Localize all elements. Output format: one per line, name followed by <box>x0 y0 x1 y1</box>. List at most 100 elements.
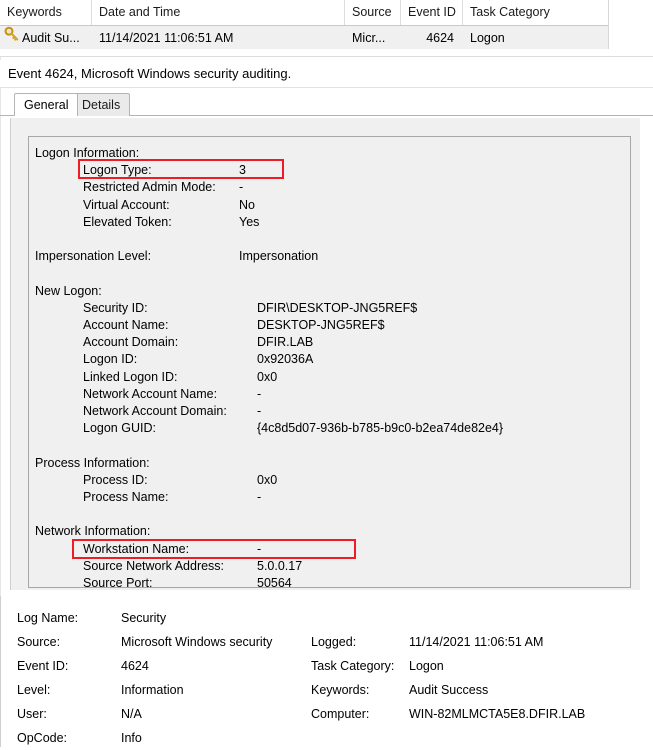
field-security-id-value: DFIR\DESKTOP-JNG5REF$ <box>257 300 418 315</box>
field-process-name-label: Process Name: <box>83 490 169 505</box>
field-process-name: Process Name: - <box>35 489 630 506</box>
field-source-network-address: Source Network Address: 5.0.0.17 <box>35 558 630 575</box>
column-header-date-and-time[interactable]: Date and Time <box>92 0 345 25</box>
event-description-text: Logon Information: Logon Type: 3 Restric… <box>29 137 630 588</box>
field-elevated-token-label: Elevated Token: <box>83 214 172 229</box>
field-elevated-token: Elevated Token: Yes <box>35 214 630 231</box>
field-source-network-address-value: 5.0.0.17 <box>257 558 303 573</box>
field-logon-type-value: 3 <box>239 163 246 178</box>
metadata-value-source: Microsoft Windows security <box>121 635 273 649</box>
metadata-row-computer: Computer: WIN-82MLMCTA5E8.DFIR.LAB <box>311 702 585 726</box>
field-logon-id-value: 0x92036A <box>257 352 314 367</box>
field-logon-type-label: Logon Type: <box>83 163 152 178</box>
field-account-name: Account Name: DESKTOP-JNG5REF$ <box>35 317 630 334</box>
field-linked-logon-id-label: Linked Logon ID: <box>83 369 178 384</box>
metadata-label-task-category: Task Category: <box>311 659 395 673</box>
field-network-account-domain-label: Network Account Domain: <box>83 404 227 419</box>
field-security-id: Security ID: DFIR\DESKTOP-JNG5REF$ <box>35 300 630 317</box>
column-header-keywords[interactable]: Keywords <box>0 0 92 25</box>
metadata-value-user: N/A <box>121 707 142 721</box>
metadata-spacer <box>311 606 585 630</box>
metadata-row-source: Source: Microsoft Windows security <box>17 630 272 654</box>
field-source-port-label: Source Port: <box>83 576 153 588</box>
field-network-account-name-value: - <box>257 386 262 401</box>
metadata-value-computer: WIN-82MLMCTA5E8.DFIR.LAB <box>409 707 586 721</box>
field-virtual-account-label: Virtual Account: <box>83 197 170 212</box>
field-logon-guid-label: Logon GUID: <box>83 421 156 436</box>
metadata-row-task-category: Task Category: Logon <box>311 654 585 678</box>
column-header-task-category[interactable]: Task Category <box>463 0 608 25</box>
metadata-column-right: Logged: 11/14/2021 11:06:51 AM Task Cate… <box>311 606 585 726</box>
field-account-name-label: Account Name: <box>83 318 169 332</box>
metadata-value-keywords: Audit Success <box>409 683 489 697</box>
group-network-information: Network Information: Workstation Name: -… <box>35 523 630 588</box>
field-network-account-domain: Network Account Domain: - <box>35 403 630 420</box>
metadata-value-task-category: Logon <box>409 659 444 673</box>
field-virtual-account: Virtual Account: No <box>35 197 630 214</box>
field-restricted-admin-mode-label: Restricted Admin Mode: <box>83 180 216 195</box>
metadata-row-log-name: Log Name: Security <box>17 606 272 630</box>
metadata-label-log-name: Log Name: <box>17 611 79 625</box>
field-elevated-token-value: Yes <box>239 214 260 229</box>
column-header-event-id[interactable]: Event ID <box>401 0 463 25</box>
metadata-label-user: User: <box>17 707 47 721</box>
field-workstation-name-value: - <box>257 541 262 556</box>
metadata-value-opcode: Info <box>121 731 142 745</box>
field-source-network-address-label: Source Network Address: <box>83 558 225 573</box>
field-virtual-account-value: No <box>239 197 255 212</box>
event-title: Event 4624, Microsoft Windows security a… <box>0 60 653 88</box>
group-title-logon-information: Logon Information: <box>35 146 140 160</box>
group-process-information: Process Information: Process ID: 0x0 Pro… <box>35 455 630 507</box>
event-description-box[interactable]: Logon Information: Logon Type: 3 Restric… <box>28 136 631 588</box>
field-account-domain-label: Account Domain: <box>83 335 179 350</box>
cell-source[interactable]: Micr... <box>345 26 401 50</box>
column-header-source[interactable]: Source <box>345 0 401 25</box>
field-process-id-label: Process ID: <box>83 472 148 487</box>
field-logon-type: Logon Type: 3 <box>35 162 630 179</box>
table-row[interactable]: Audit Su... 11/14/2021 11:06:51 AM Micr.… <box>0 26 608 50</box>
metadata-label-keywords: Keywords: <box>311 683 370 697</box>
tab-general[interactable]: General <box>14 93 79 116</box>
field-process-id: Process ID: 0x0 <box>35 472 630 489</box>
cell-event-id[interactable]: 4624 <box>401 26 463 50</box>
metadata-label-logged: Logged: <box>311 635 357 649</box>
event-list[interactable]: Keywords Date and Time Source Event ID T… <box>0 0 609 50</box>
metadata-value-log-name: Security <box>121 611 167 625</box>
field-source-port: Source Port: 50564 <box>35 575 630 588</box>
cell-task-category[interactable]: Logon <box>463 26 608 50</box>
event-metadata-panel: Log Name: Security Source: Microsoft Win… <box>0 596 653 747</box>
field-logon-guid-value: {4c8d5d07-936b-b785-b9c0-b2ea74de82e4} <box>257 421 504 436</box>
field-network-account-domain-value: - <box>257 404 262 419</box>
group-title-network-information: Network Information: <box>35 524 151 539</box>
cell-date-and-time[interactable]: 11/14/2021 11:06:51 AM <box>92 26 345 50</box>
field-account-name-value: DESKTOP-JNG5REF$ <box>257 318 385 332</box>
tab-details[interactable]: Details <box>72 93 131 116</box>
group-title-new-logon: New Logon: <box>35 283 102 298</box>
tabstrip[interactable]: General Details <box>0 93 653 116</box>
field-logon-guid: Logon GUID: {4c8d5d07-936b-b785-b9c0-b2e… <box>35 420 630 437</box>
field-linked-logon-id-value: 0x0 <box>257 369 278 384</box>
group-title-process-information: Process Information: <box>35 455 150 470</box>
group-impersonation-level: Impersonation Level: Impersonation <box>35 248 630 265</box>
field-impersonation-level-label: Impersonation Level: <box>35 249 152 264</box>
metadata-label-source: Source: <box>17 635 61 649</box>
field-logon-id-label: Logon ID: <box>83 352 138 367</box>
metadata-label-computer: Computer: <box>311 707 370 721</box>
metadata-label-level: Level: <box>17 683 51 697</box>
field-logon-id: Logon ID: 0x92036A <box>35 351 630 368</box>
metadata-column-left: Log Name: Security Source: Microsoft Win… <box>17 606 272 750</box>
metadata-value-level: Information <box>121 683 184 697</box>
group-new-logon: New Logon: Security ID: DFIR\DESKTOP-JNG… <box>35 283 630 438</box>
cell-keywords[interactable]: Audit Su... <box>0 26 92 50</box>
event-list-header[interactable]: Keywords Date and Time Source Event ID T… <box>0 0 608 26</box>
list-splitter[interactable] <box>0 49 653 57</box>
field-linked-logon-id: Linked Logon ID: 0x0 <box>35 369 630 386</box>
group-logon-information: Logon Information: Logon Type: 3 Restric… <box>35 145 630 231</box>
field-process-id-value: 0x0 <box>257 472 278 487</box>
field-network-account-name-label: Network Account Name: <box>83 386 218 401</box>
key-icon <box>4 26 20 50</box>
metadata-row-keywords: Keywords: Audit Success <box>311 678 585 702</box>
